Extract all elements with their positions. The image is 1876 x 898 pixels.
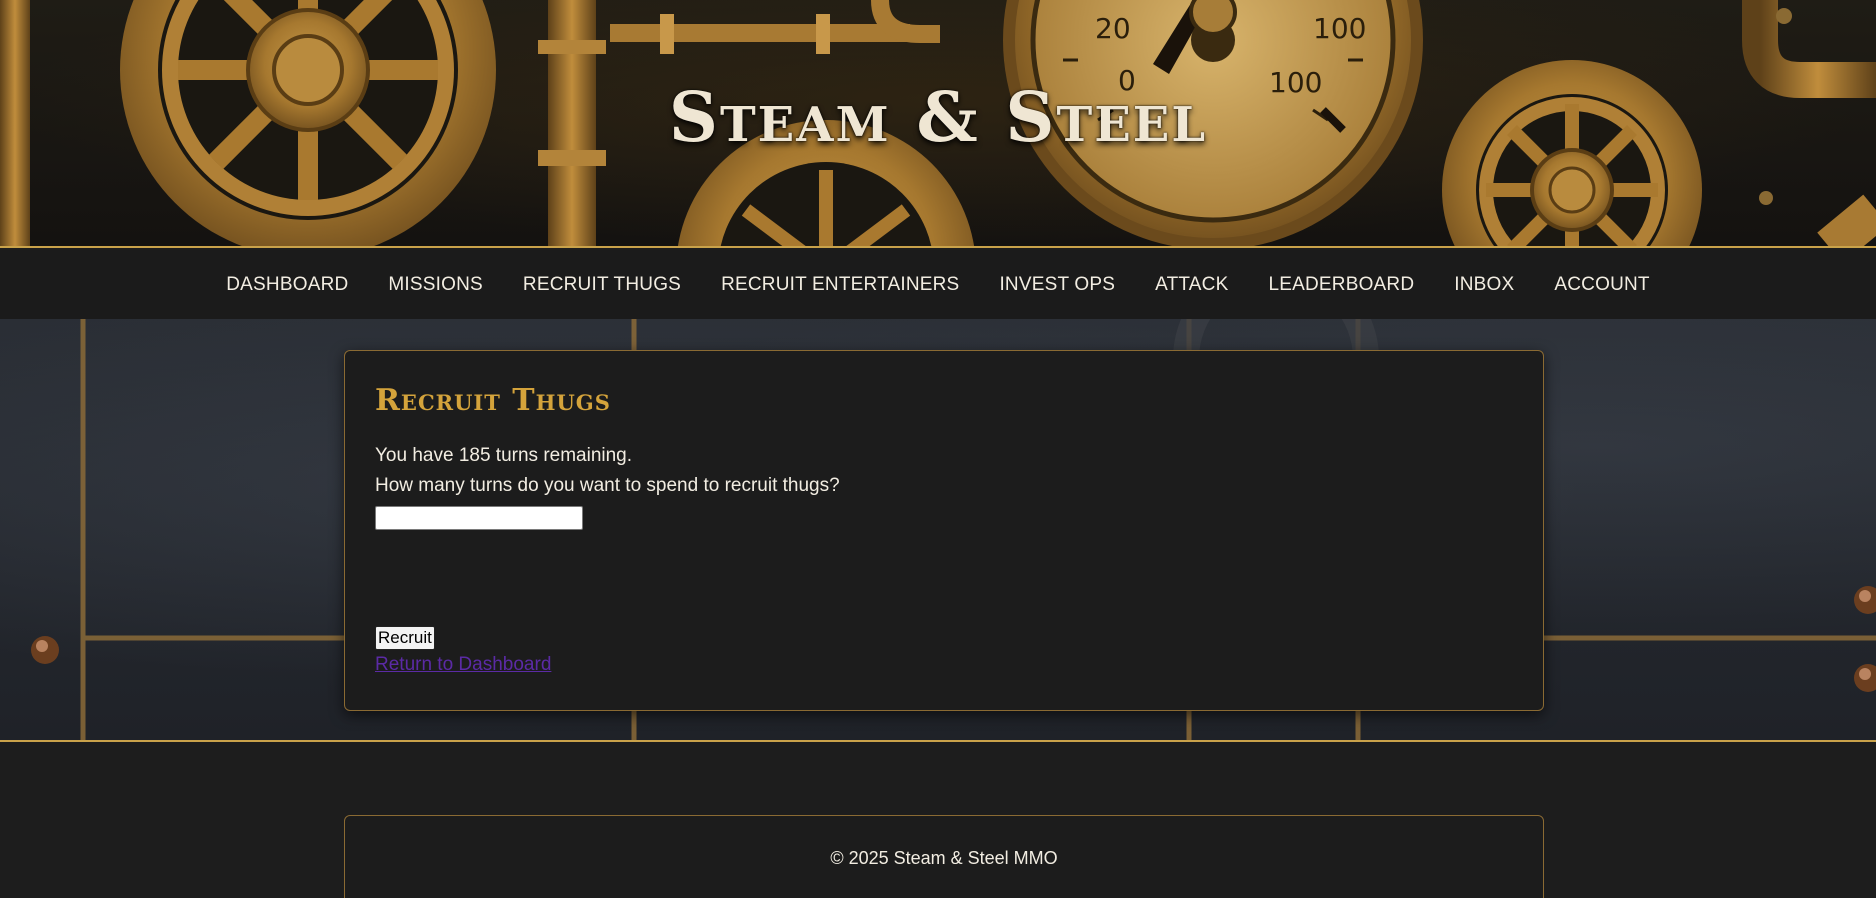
nav-item-missions[interactable]: MISSIONS [368,274,503,296]
recruit-button[interactable]: Recruit [375,626,435,650]
nav-item-attack[interactable]: ATTACK [1135,274,1248,296]
header-banner: 20 0 100 100 Steam & Steel [0,0,1876,248]
copyright-text: © 2025 Steam & Steel MMO [830,848,1058,868]
nav-item-leaderboard[interactable]: LEADERBOARD [1248,274,1434,296]
rivet-icon [1854,664,1876,692]
svg-text:20: 20 [1095,12,1131,45]
main-nav: DASHBOARD MISSIONS RECRUIT THUGS RECRUIT… [0,250,1876,319]
site-title: Steam & Steel [668,78,1208,158]
nav-item-recruit-thugs[interactable]: RECRUIT THUGS [503,274,701,296]
nav-item-recruit-entertainers[interactable]: RECRUIT ENTERTAINERS [701,274,979,296]
rivet-icon [31,636,59,664]
recruit-thugs-card: Recruit Thugs You have 185 turns remaini… [344,350,1544,711]
recruit-question-label: How many turns do you want to spend to r… [375,475,840,496]
page-title: Recruit Thugs [375,383,611,418]
turns-input[interactable] [375,506,583,530]
return-to-dashboard-link[interactable]: Return to Dashboard [375,654,551,676]
svg-text:100: 100 [1313,12,1366,45]
turns-remaining-text: You have 185 turns remaining. [375,445,633,466]
footer: © 2025 Steam & Steel MMO [344,815,1544,898]
rivet-icon [1854,586,1876,614]
nav-item-inbox[interactable]: INBOX [1434,274,1534,296]
nav-item-invest-ops[interactable]: INVEST OPS [979,274,1135,296]
nav-item-account[interactable]: ACCOUNT [1534,274,1669,296]
nav-item-dashboard[interactable]: DASHBOARD [206,274,368,296]
